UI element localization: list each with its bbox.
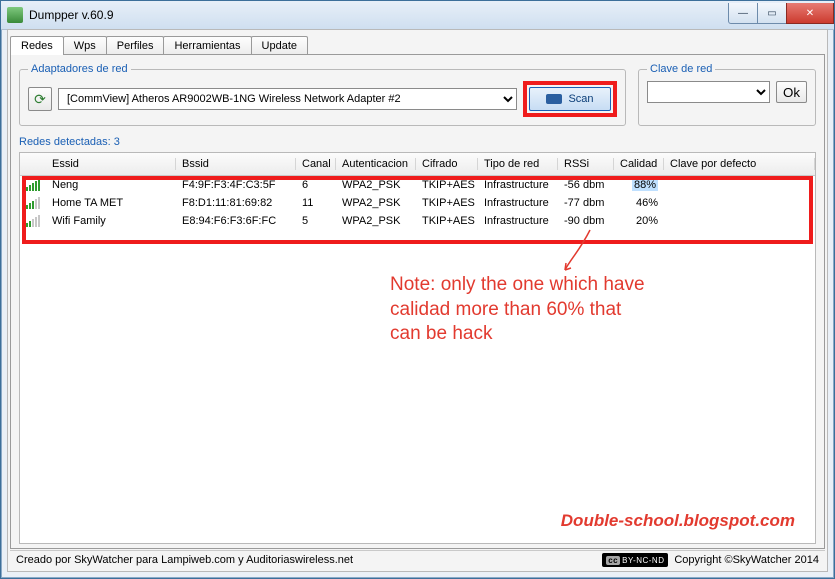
cell-bssid: E8:94:F6:F3:6F:FC (176, 215, 296, 227)
scan-button[interactable]: Scan (529, 87, 611, 111)
window-title: Dumpper v.60.9 (29, 8, 729, 22)
cell-cif: TKIP+AES (416, 179, 478, 191)
maximize-button[interactable]: ▭ (757, 3, 787, 24)
scan-highlight: Scan (523, 81, 617, 117)
cell-tipo: Infrastructure (478, 179, 558, 191)
signal-icon (26, 179, 40, 191)
networks-grid: Essid Bssid Canal Autenticacion Cifrado … (19, 152, 816, 544)
cc-badge: ccBY-NC-ND (602, 553, 668, 567)
status-bar: Creado por SkyWatcher para Lampiweb.com … (10, 550, 825, 569)
cell-cif: TKIP+AES (416, 215, 478, 227)
clave-legend: Clave de red (647, 63, 715, 75)
col-calidad[interactable]: Calidad (614, 158, 664, 170)
col-cifrado[interactable]: Cifrado (416, 158, 478, 170)
refresh-icon: ⟳ (34, 91, 46, 108)
cell-bssid: F4:9F:F3:4F:C3:5F (176, 179, 296, 191)
table-row[interactable]: NengF4:9F:F3:4F:C3:5F6WPA2_PSKTKIP+AESIn… (20, 176, 815, 194)
clave-group: Clave de red Ok (638, 63, 816, 126)
status-right: Copyright ©SkyWatcher 2014 (674, 554, 819, 566)
adapters-group: Adaptadores de red ⟳ [CommView] Atheros … (19, 63, 626, 126)
cell-tipo: Infrastructure (478, 215, 558, 227)
status-left: Creado por SkyWatcher para Lampiweb.com … (16, 554, 353, 566)
cell-essid: Neng (46, 179, 176, 191)
watermark: Double-school.blogspot.com (561, 511, 795, 531)
grid-rows: NengF4:9F:F3:4F:C3:5F6WPA2_PSKTKIP+AESIn… (20, 176, 815, 230)
cell-cal: 20% (614, 215, 664, 227)
tab-update[interactable]: Update (251, 36, 308, 55)
tab-perfiles[interactable]: Perfiles (106, 36, 165, 55)
arrow-icon (560, 225, 600, 275)
cell-rssi: -77 dbm (558, 197, 614, 209)
cell-cal: 88% (614, 179, 664, 191)
cell-canal: 6 (296, 179, 336, 191)
table-row[interactable]: Wifi FamilyE8:94:F6:F3:6F:FC5WPA2_PSKTKI… (20, 212, 815, 230)
scan-label: Scan (568, 93, 593, 105)
titlebar: Dumpper v.60.9 — ▭ ✕ (1, 1, 834, 30)
router-icon (546, 94, 562, 104)
col-bssid[interactable]: Bssid (176, 158, 296, 170)
cell-auth: WPA2_PSK (336, 215, 416, 227)
detected-count: 3 (114, 136, 120, 148)
tab-herramientas[interactable]: Herramientas (163, 36, 251, 55)
tab-wps[interactable]: Wps (63, 36, 107, 55)
cell-bssid: F8:D1:11:81:69:82 (176, 197, 296, 209)
cell-cal: 46% (614, 197, 664, 209)
detected-row: Redes detectadas: 3 (19, 136, 816, 148)
cell-auth: WPA2_PSK (336, 197, 416, 209)
signal-icon (26, 215, 40, 227)
col-tipo[interactable]: Tipo de red (478, 158, 558, 170)
col-essid[interactable]: Essid (46, 158, 176, 170)
cell-auth: WPA2_PSK (336, 179, 416, 191)
col-canal[interactable]: Canal (296, 158, 336, 170)
app-icon (7, 7, 23, 23)
cell-tipo: Infrastructure (478, 197, 558, 209)
adapter-select[interactable]: [CommView] Atheros AR9002WB-1NG Wireless… (58, 88, 517, 110)
table-row[interactable]: Home TA METF8:D1:11:81:69:8211WPA2_PSKTK… (20, 194, 815, 212)
annotation-note: Note: only the one which have calidad mo… (390, 273, 645, 347)
col-defecto[interactable]: Clave por defecto (664, 158, 815, 170)
tab-redes[interactable]: Redes (10, 36, 64, 55)
grid-header: Essid Bssid Canal Autenticacion Cifrado … (20, 153, 815, 176)
cell-essid: Home TA MET (46, 197, 176, 209)
minimize-button[interactable]: — (728, 3, 758, 24)
cell-canal: 11 (296, 197, 336, 209)
cell-rssi: -56 dbm (558, 179, 614, 191)
clave-select[interactable] (647, 81, 770, 103)
ok-button[interactable]: Ok (776, 81, 807, 103)
col-rssi[interactable]: RSSi (558, 158, 614, 170)
cell-essid: Wifi Family (46, 215, 176, 227)
close-button[interactable]: ✕ (786, 3, 834, 24)
refresh-button[interactable]: ⟳ (28, 87, 52, 111)
signal-icon (26, 197, 40, 209)
adapters-legend: Adaptadores de red (28, 63, 131, 75)
cell-cif: TKIP+AES (416, 197, 478, 209)
cell-canal: 5 (296, 215, 336, 227)
main-tabs: Redes Wps Perfiles Herramientas Update (8, 30, 827, 54)
detected-label: Redes detectadas: (19, 136, 111, 148)
col-auth[interactable]: Autenticacion (336, 158, 416, 170)
